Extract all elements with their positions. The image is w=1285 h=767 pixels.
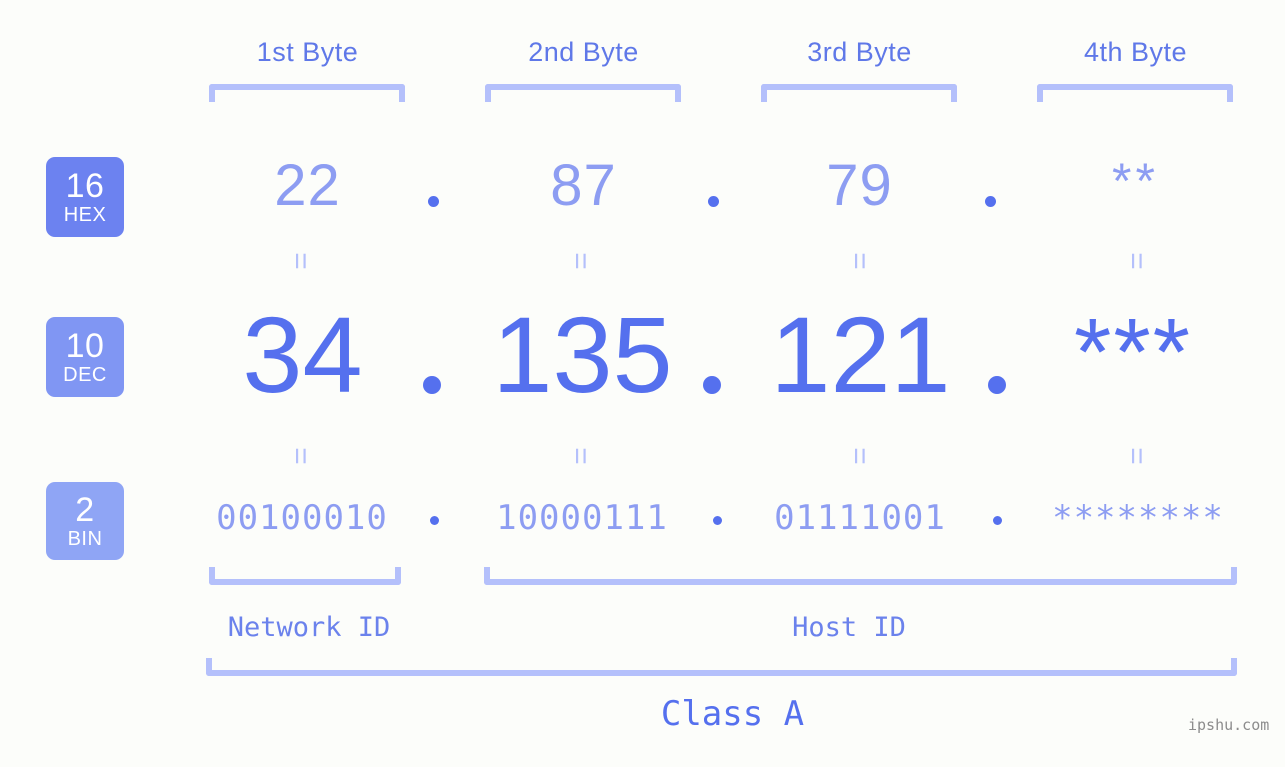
byte-bracket-top-3 — [761, 84, 957, 102]
dec-byte-value-3: 121 — [770, 294, 951, 415]
hex-byte-value-2: 87 — [550, 153, 617, 218]
dec-separator-dot-2 — [703, 376, 721, 394]
base-badge-bin-name: BIN — [67, 528, 103, 550]
equals-mark-dec-bin-1: = — [284, 447, 317, 465]
dec-separator-dot-1 — [423, 376, 441, 394]
bin-byte-value-3: 01111001 — [774, 498, 946, 538]
dec-byte-value-2: 135 — [492, 294, 673, 415]
host-id-bracket — [484, 567, 1237, 585]
bin-byte-value-4: ******** — [1052, 498, 1224, 538]
hex-separator-dot-2 — [708, 196, 719, 207]
dec-byte-value-1: 34 — [242, 294, 363, 415]
bin-separator-dot-2 — [713, 516, 722, 525]
base-badge-dec: 10 DEC — [46, 317, 124, 397]
base-badge-bin: 2 BIN — [46, 482, 124, 560]
bin-byte-value-1: 00100010 — [216, 498, 388, 538]
byte-header-label-4: 4th Byte — [1083, 37, 1188, 67]
dec-separator-dot-3 — [988, 376, 1006, 394]
network-id-bracket — [209, 567, 401, 585]
bin-separator-dot-1 — [430, 516, 439, 525]
byte-bracket-top-4 — [1037, 84, 1233, 102]
byte-header-label-3: 3rd Byte — [807, 37, 912, 67]
ip-address-breakdown-diagram: 1st Byte 2nd Byte 3rd Byte 4th Byte 16 H… — [0, 0, 1285, 767]
equals-mark-dec-bin-2: = — [564, 447, 597, 465]
network-id-label: Network ID — [227, 612, 391, 643]
byte-header-label-2: 2nd Byte — [528, 37, 639, 67]
base-badge-hex-name: HEX — [63, 204, 107, 226]
hex-separator-dot-1 — [428, 196, 439, 207]
base-badge-hex: 16 HEX — [46, 157, 124, 237]
host-id-label: Host ID — [792, 612, 906, 643]
dec-byte-value-4: *** — [1073, 299, 1193, 406]
byte-header-label-1: 1st Byte — [256, 37, 359, 67]
hex-byte-value-4: ** — [1112, 153, 1159, 209]
watermark-ipshu: ipshu.com — [1188, 716, 1270, 734]
class-bracket — [206, 658, 1237, 676]
base-badge-hex-number: 16 — [65, 167, 105, 205]
class-label: Class A — [660, 694, 805, 734]
hex-byte-value-1: 22 — [274, 153, 341, 218]
hex-separator-dot-3 — [985, 196, 996, 207]
equals-mark-dec-bin-3: = — [843, 447, 876, 465]
byte-bracket-top-2 — [485, 84, 681, 102]
bin-separator-dot-3 — [993, 516, 1002, 525]
equals-mark-hex-dec-3: = — [843, 252, 876, 270]
equals-mark-hex-dec-1: = — [284, 252, 317, 270]
base-badge-dec-name: DEC — [63, 364, 107, 386]
base-badge-dec-number: 10 — [65, 327, 105, 365]
equals-mark-dec-bin-4: = — [1120, 447, 1153, 465]
hex-byte-value-3: 79 — [826, 153, 893, 218]
equals-mark-hex-dec-2: = — [564, 252, 597, 270]
byte-bracket-top-1 — [209, 84, 405, 102]
equals-mark-hex-dec-4: = — [1120, 252, 1153, 270]
bin-byte-value-2: 10000111 — [496, 498, 668, 538]
base-badge-bin-number: 2 — [75, 491, 95, 529]
